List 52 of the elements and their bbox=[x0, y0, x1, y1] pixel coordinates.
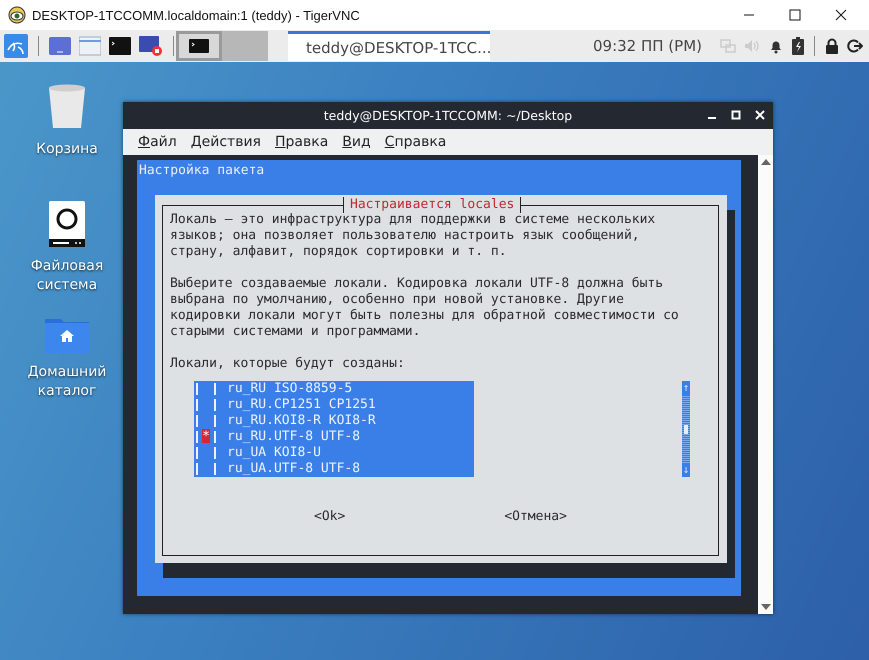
checkbox[interactable] bbox=[196, 463, 216, 475]
home-folder-icon[interactable] bbox=[45, 317, 89, 353]
checkbox[interactable]: * bbox=[196, 431, 216, 443]
list-item[interactable]: ru_UA KOI8-U bbox=[194, 445, 474, 461]
paragraph: Локаль — это инфраструктура для поддержки в системе нескольких языков; она позволяет пользователю настроить язык сообщений, страну, алфавит, порядок сортировки и т. п. bbox=[170, 212, 656, 260]
checkbox[interactable] bbox=[196, 399, 216, 411]
desktop-icon[interactable] bbox=[49, 36, 71, 56]
checkbox[interactable] bbox=[196, 447, 216, 459]
list-item[interactable]: ru_RU.KOI8-R KOI8-R bbox=[194, 413, 474, 429]
window-title: teddy@DESKTOP-1TCCOMM: ~/Desktop bbox=[324, 108, 572, 123]
terminal-icon bbox=[189, 39, 209, 53]
list-item[interactable]: ru_UA.UTF-8 UTF-8 bbox=[194, 461, 474, 477]
task-button[interactable]: teddy@DESKTOP-1TCC... bbox=[288, 31, 490, 61]
list-item[interactable]: * ru_RU.UTF-8 UTF-8 bbox=[194, 429, 474, 445]
icon-label[interactable]: Домашний каталог bbox=[12, 363, 122, 401]
dialog-button[interactable]: <Ok> bbox=[314, 509, 346, 525]
menu-item[interactable]: Справка bbox=[384, 134, 446, 150]
dialog-title: Настраивается locales bbox=[343, 197, 522, 213]
paragraph: Локали, которые будут созданы: bbox=[170, 356, 406, 372]
logout-icon[interactable] bbox=[847, 38, 863, 54]
dialog-button[interactable]: <Отмена> bbox=[504, 509, 567, 525]
menu-item[interactable]: Правка bbox=[274, 134, 328, 150]
icon-label[interactable]: Корзина bbox=[36, 140, 98, 159]
clock[interactable]: 09:32 ПП (PM) bbox=[592, 37, 702, 55]
window-title: DESKTOP-1TCCOMM.localdomain:1 (teddy) - TigerVNC bbox=[32, 8, 361, 22]
scrollbar[interactable] bbox=[758, 155, 773, 614]
scroll-down-icon[interactable] bbox=[760, 604, 770, 610]
close-icon[interactable] bbox=[835, 9, 847, 21]
maximize-icon[interactable] bbox=[789, 9, 801, 21]
scroll-up-arrow[interactable]: ↑ bbox=[682, 381, 690, 395]
paragraph: Выберите создаваемые локали. Кодировка локали UTF-8 должна быть выбрана по умолчанию, особенно при новой установке. Другие кодировки локали могут быть полезны для обратной совместимости со старыми системами и программами. bbox=[170, 276, 680, 340]
lock-icon[interactable] bbox=[825, 38, 839, 54]
list-item[interactable]: ru_RU.CP1251 CP1251 bbox=[194, 397, 474, 413]
scrollbar[interactable]: ↑ ↓ bbox=[682, 381, 690, 477]
scroll-thumb[interactable] bbox=[684, 424, 688, 434]
scroll-down-arrow[interactable]: ↓ bbox=[682, 463, 690, 477]
backtitle: Настройка пакета bbox=[138, 162, 266, 179]
list-item[interactable]: ru_RU ISO-8859-5 bbox=[194, 381, 474, 397]
menu-item[interactable]: Действия bbox=[190, 134, 261, 150]
terminal-icon[interactable] bbox=[109, 36, 131, 56]
battery-icon[interactable] bbox=[792, 37, 804, 55]
menu-item[interactable]: Файл bbox=[138, 134, 177, 150]
workspace-button[interactable] bbox=[176, 31, 222, 61]
menu-item[interactable]: Вид bbox=[342, 134, 371, 150]
icon-label[interactable]: Файловая система bbox=[12, 257, 122, 295]
scroll-up-icon[interactable] bbox=[760, 159, 770, 165]
trash-bin-icon[interactable] bbox=[47, 84, 87, 130]
checkbox[interactable] bbox=[196, 415, 216, 427]
hard-drive-icon[interactable] bbox=[49, 201, 85, 247]
checkbox[interactable] bbox=[196, 383, 216, 395]
screen-recorder-icon[interactable] bbox=[139, 35, 163, 57]
eye-icon bbox=[8, 6, 26, 24]
